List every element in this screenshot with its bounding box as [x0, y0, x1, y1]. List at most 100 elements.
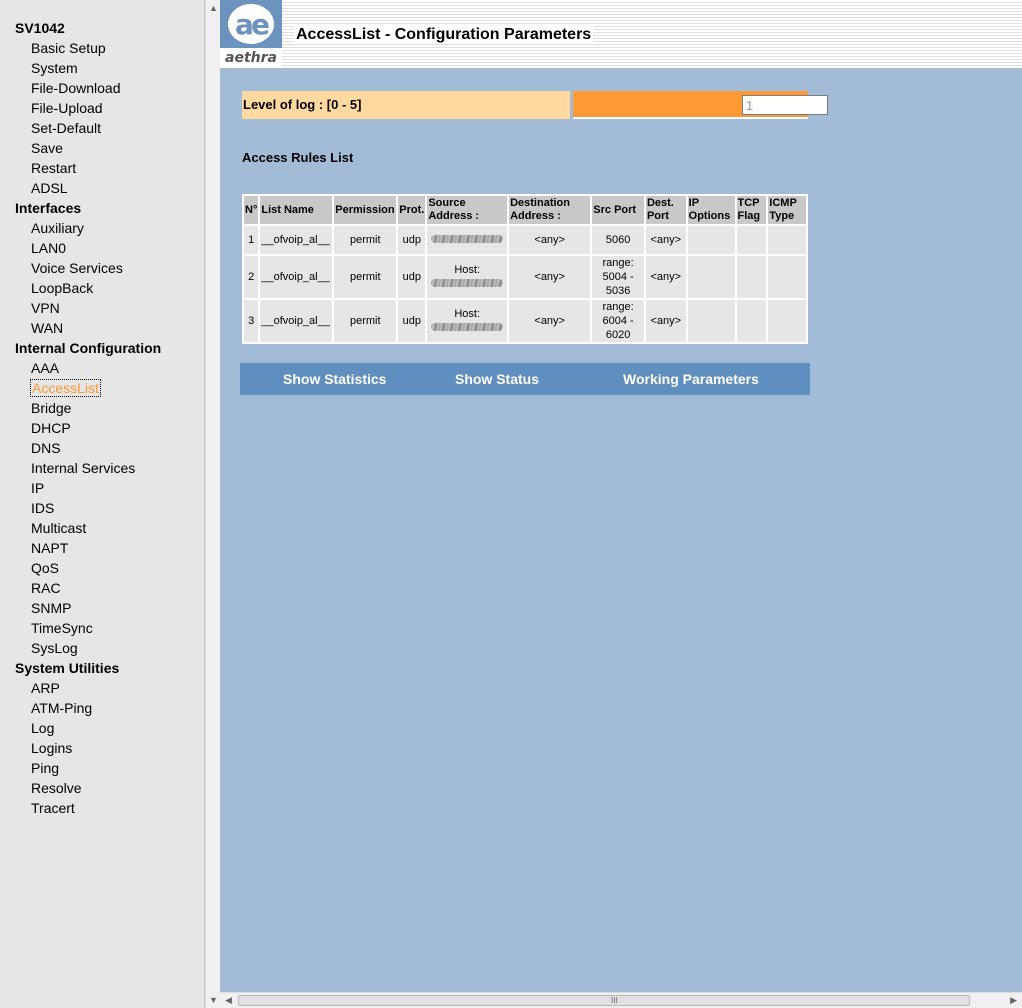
nav-item-syslog[interactable]: SysLog: [0, 638, 204, 658]
scroll-up-icon[interactable]: ▲: [209, 3, 218, 13]
nav-item-wan[interactable]: WAN: [0, 318, 204, 338]
nav-item-label: IDS: [31, 500, 55, 516]
cell-list-name: __ofvoip_al__: [260, 256, 333, 298]
nav-item-label: System: [31, 60, 78, 76]
nav-item-label: SNMP: [31, 600, 72, 616]
cell-permission: permit: [334, 256, 397, 298]
cell-dest-port: <any>: [645, 256, 686, 298]
nav-item-loopback[interactable]: LoopBack: [0, 278, 204, 298]
nav-scrollbar[interactable]: ▲ ▼: [205, 0, 220, 1008]
nav-item-label: IP: [31, 480, 45, 496]
nav-item-label: LAN0: [31, 240, 67, 256]
access-rules-table: N° List Name Permission Prot. Source Add…: [242, 194, 808, 344]
log-level-input[interactable]: [742, 95, 828, 115]
nav-item-ip[interactable]: IP: [0, 478, 204, 498]
nav-item-lan0[interactable]: LAN0: [0, 238, 204, 258]
rules-title: Access Rules List: [242, 150, 354, 165]
table-row[interactable]: 1 __ofvoip_al__ permit udp <any> 5060 <a…: [244, 226, 806, 254]
nav-item-label: DNS: [31, 440, 61, 456]
cell-number: 1: [244, 226, 259, 254]
cell-ip-options: [687, 300, 735, 342]
nav-item-label: Save: [31, 140, 63, 156]
scroll-left-icon[interactable]: ◀: [225, 995, 232, 1006]
navigation-panel: SV1042 Basic Setup System File-Download File…: [0, 0, 205, 1008]
nav-item-resolve[interactable]: Resolve: [0, 778, 204, 798]
nav-item-label: Logins: [31, 740, 73, 756]
column-header: N°: [244, 196, 259, 224]
page-header: ae aethra AccessList - Configuration Par…: [220, 0, 1022, 68]
cell-source-address: Host:: [427, 300, 508, 342]
nav-item-bridge[interactable]: Bridge: [0, 398, 204, 418]
table-row[interactable]: 3 __ofvoip_al__ permit udp Host: <any> r…: [244, 300, 806, 342]
nav-item-log[interactable]: Log: [0, 718, 204, 738]
nav-item-dhcp[interactable]: DHCP: [0, 418, 204, 438]
nav-item-napt[interactable]: NAPT: [0, 538, 204, 558]
nav-item-adsl[interactable]: ADSL: [0, 178, 204, 198]
scroll-down-icon[interactable]: ▼: [209, 995, 218, 1005]
redacted-address: [431, 235, 504, 243]
nav-item-snmp[interactable]: SNMP: [0, 598, 204, 618]
nav-item-arp[interactable]: ARP: [0, 678, 204, 698]
nav-item-label: Auxiliary: [31, 220, 84, 236]
cell-protocol: udp: [398, 226, 426, 254]
log-level-row: Level of log : [0 - 5]: [242, 91, 828, 119]
page-title: AccessList - Configuration Parameters: [294, 26, 594, 44]
scrollbar-thumb[interactable]: III: [238, 995, 970, 1006]
scroll-right-icon[interactable]: ▶: [1010, 995, 1017, 1006]
cell-source-address: [427, 226, 508, 254]
nav-item-label: RAC: [31, 580, 61, 596]
nav-item-restart[interactable]: Restart: [0, 158, 204, 178]
nav-item-multicast[interactable]: Multicast: [0, 518, 204, 538]
nav-item-timesync[interactable]: TimeSync: [0, 618, 204, 638]
nav-item-system[interactable]: System: [0, 58, 204, 78]
nav-item-label: Log: [31, 720, 55, 736]
cell-destination: <any>: [509, 300, 591, 342]
nav-item-label: AAA: [31, 360, 60, 376]
cell-number: 2: [244, 256, 259, 298]
nav-item-file-upload[interactable]: File-Upload: [0, 98, 204, 118]
nav-item-aaa[interactable]: AAA: [0, 358, 204, 378]
nav-item-dns[interactable]: DNS: [0, 438, 204, 458]
nav-item-basic-setup[interactable]: Basic Setup: [0, 38, 204, 58]
nav-item-atm-ping[interactable]: ATM-Ping: [0, 698, 204, 718]
nav-item-logins[interactable]: Logins: [0, 738, 204, 758]
nav-group-title: System Utilities: [15, 660, 120, 676]
nav-group-title: SV1042: [15, 20, 65, 36]
nav-item-auxiliary[interactable]: Auxiliary: [0, 218, 204, 238]
nav-item-save[interactable]: Save: [0, 138, 204, 158]
nav-item-label: NAPT: [31, 540, 69, 556]
nav-item-label: VPN: [31, 300, 60, 316]
nav-item-label: Internal Services: [31, 460, 136, 476]
table-header-row: N° List Name Permission Prot. Source Add…: [244, 196, 806, 224]
table-row[interactable]: 2 __ofvoip_al__ permit udp Host: <any> r…: [244, 256, 806, 298]
cell-src-port: range: 6004 - 6020: [592, 300, 644, 342]
horizontal-scrollbar[interactable]: ◀ III ▶: [220, 992, 1022, 1008]
cell-tcp-flag: [736, 300, 767, 342]
cell-icmp-type: [768, 256, 806, 298]
nav-group-title: Internal Configuration: [15, 340, 162, 356]
nav-item-file-download[interactable]: File-Download: [0, 78, 204, 98]
nav-item-qos[interactable]: QoS: [0, 558, 204, 578]
nav-item-set-default[interactable]: Set-Default: [0, 118, 204, 138]
show-status-link[interactable]: Show Status: [455, 363, 539, 395]
cell-ip-options: [687, 226, 735, 254]
cell-destination: <any>: [509, 226, 591, 254]
nav-item-ids[interactable]: IDS: [0, 498, 204, 518]
nav-item-rac[interactable]: RAC: [0, 578, 204, 598]
nav-item-ping[interactable]: Ping: [0, 758, 204, 778]
nav-item-tracert[interactable]: Tracert: [0, 798, 204, 818]
nav-item-accesslist[interactable]: AccessList: [0, 378, 204, 398]
cell-list-name: __ofvoip_al__: [260, 226, 333, 254]
nav-item-label: QoS: [31, 560, 60, 576]
nav-item-internal-services[interactable]: Internal Services: [0, 458, 204, 478]
show-statistics-link[interactable]: Show Statistics: [283, 363, 386, 395]
nav-item-voice-services[interactable]: Voice Services: [0, 258, 204, 278]
nav-item-label: Voice Services: [31, 260, 123, 276]
nav-item-label: DHCP: [31, 420, 71, 436]
cell-tcp-flag: [736, 226, 767, 254]
cell-icmp-type: [768, 300, 806, 342]
nav-item-label: File-Download: [31, 80, 121, 96]
nav-item-vpn[interactable]: VPN: [0, 298, 204, 318]
working-parameters-link[interactable]: Working Parameters: [623, 363, 759, 395]
nav-item-label: TimeSync: [31, 620, 93, 636]
